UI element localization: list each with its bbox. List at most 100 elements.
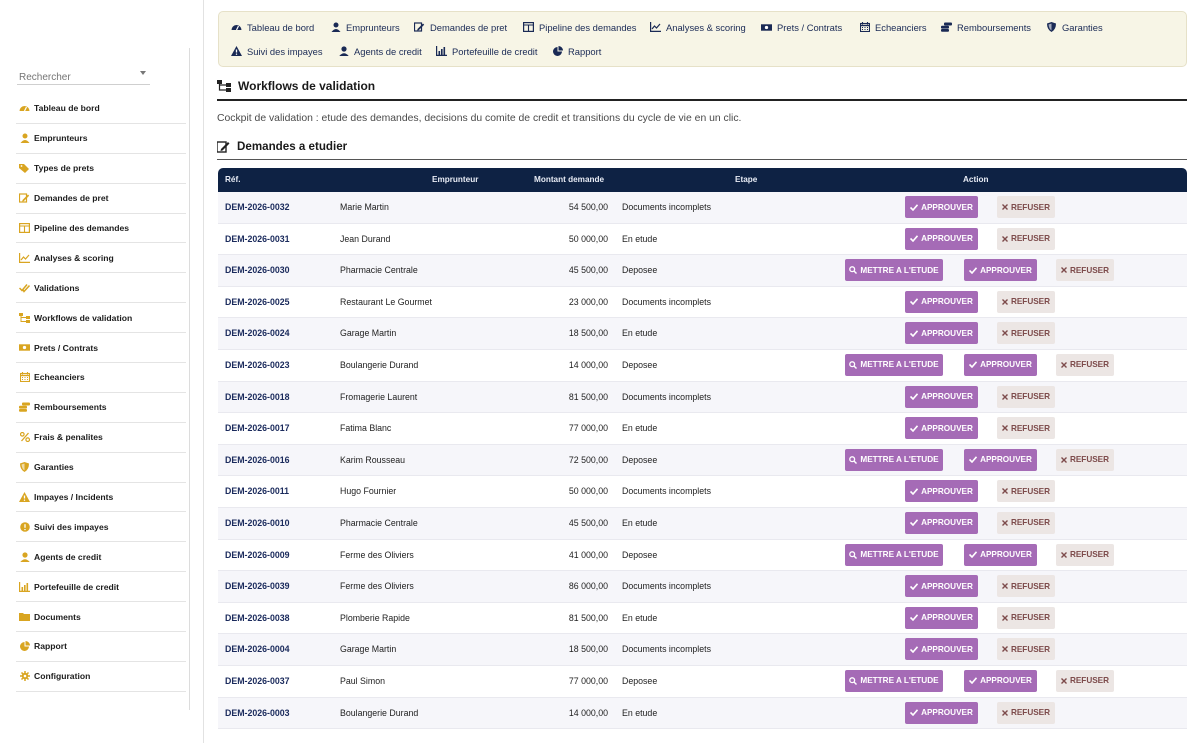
request-ref[interactable]: DEM-2026-0023	[225, 360, 290, 370]
approve-button[interactable]: APPROUVER	[905, 196, 978, 218]
refuse-button[interactable]: REFUSER	[997, 638, 1055, 661]
approve-button[interactable]: APPROUVER	[905, 575, 978, 598]
study-button[interactable]: METTRE A L'ETUDE	[845, 259, 943, 282]
approve-button[interactable]: APPROUVER	[905, 322, 978, 345]
topnav-item-remboursements[interactable]: Remboursements	[941, 19, 1031, 35]
topnav-item-tableau-de-bord[interactable]: Tableau de bord	[231, 19, 314, 35]
refuse-button[interactable]: REFUSER	[1056, 669, 1114, 692]
stage: Documents incomplets	[622, 296, 711, 307]
refuse-button[interactable]: REFUSER	[997, 196, 1055, 218]
refuse-button[interactable]: REFUSER	[997, 322, 1055, 345]
approve-button[interactable]: APPROUVER	[905, 290, 978, 313]
topnav-item-agents-de-credit[interactable]: Agents de credit	[338, 43, 422, 59]
request-ref[interactable]: DEM-2026-0025	[225, 297, 290, 307]
sidebar-item-portefeuille-de-credit[interactable]: Portefeuille de credit	[16, 572, 186, 603]
refuse-button[interactable]: REFUSER	[1056, 543, 1114, 566]
sidebar-item-remboursements[interactable]: Remboursements	[16, 393, 186, 423]
topnav-item-rapport[interactable]: Rapport	[552, 43, 601, 59]
approve-button[interactable]: APPROUVER	[964, 669, 1037, 692]
sidebar-item-label: Pipeline des demandes	[34, 223, 130, 233]
topnav-item-suivi-des-impayes[interactable]: Suivi des impayes	[231, 43, 323, 59]
chevron-down-icon[interactable]	[140, 71, 146, 75]
refuse-button[interactable]: REFUSER	[997, 385, 1055, 408]
topnav-item-garanties[interactable]: Garanties	[1046, 19, 1103, 35]
topnav-item-portefeuille-de-credit[interactable]: Portefeuille de credit	[436, 43, 537, 59]
refuse-button[interactable]: REFUSER	[1056, 259, 1114, 282]
refuse-button[interactable]: REFUSER	[1056, 448, 1114, 471]
request-ref[interactable]: DEM-2026-0030	[225, 265, 290, 275]
sidebar-item-echeanciers[interactable]: Echeanciers	[16, 363, 186, 393]
sidebar-item-rapport[interactable]: Rapport	[16, 632, 186, 662]
approve-button[interactable]: APPROUVER	[905, 638, 978, 661]
study-button[interactable]: METTRE A L'ETUDE	[845, 448, 943, 471]
request-ref[interactable]: DEM-2026-0003	[225, 708, 290, 718]
study-button[interactable]: METTRE A L'ETUDE	[845, 543, 943, 566]
stage: Documents incomplets	[622, 581, 711, 592]
approve-button[interactable]: APPROUVER	[905, 701, 978, 724]
topnav-item-echeanciers[interactable]: Echeanciers	[859, 19, 927, 35]
refuse-button[interactable]: REFUSER	[997, 417, 1055, 440]
refuse-button[interactable]: REFUSER	[997, 227, 1055, 250]
refuse-button[interactable]: REFUSER	[997, 701, 1055, 724]
refuse-button[interactable]: REFUSER	[1056, 353, 1114, 376]
topnav-item-demandes-de-pret[interactable]: Demandes de pret	[414, 19, 507, 35]
study-button-label: METTRE A L'ETUDE	[860, 550, 939, 560]
borrower-name: Paul Simon	[340, 675, 385, 686]
topnav-item-analyses-scoring[interactable]: Analyses & scoring	[650, 19, 746, 35]
approve-button[interactable]: APPROUVER	[905, 417, 978, 440]
sidebar-item-validations[interactable]: Validations	[16, 273, 186, 304]
search-input[interactable]	[17, 69, 135, 86]
approve-button[interactable]: APPROUVER	[964, 448, 1037, 471]
refuse-button[interactable]: REFUSER	[997, 290, 1055, 313]
approve-button[interactable]: APPROUVER	[964, 259, 1037, 282]
sidebar-item-suivi-des-impayes[interactable]: Suivi des impayes	[16, 512, 186, 543]
request-ref[interactable]: DEM-2026-0010	[225, 518, 290, 528]
sidebar-search[interactable]	[17, 67, 150, 86]
request-ref[interactable]: DEM-2026-0024	[225, 328, 290, 338]
sidebar-item-types-de-prets[interactable]: Types de prets	[16, 154, 186, 184]
approve-button[interactable]: APPROUVER	[964, 543, 1037, 566]
request-ref[interactable]: DEM-2026-0017	[225, 423, 290, 433]
approve-button[interactable]: APPROUVER	[905, 227, 978, 250]
study-button[interactable]: METTRE A L'ETUDE	[845, 353, 943, 376]
sidebar-item-garanties[interactable]: Garanties	[16, 453, 186, 483]
approve-button[interactable]: APPROUVER	[905, 606, 978, 629]
approve-button[interactable]: APPROUVER	[964, 353, 1037, 376]
topnav-item-prets-contrats[interactable]: Prets / Contrats	[761, 19, 842, 35]
request-ref[interactable]: DEM-2026-0009	[225, 550, 290, 560]
topnav-item-pipeline-des-demandes[interactable]: Pipeline des demandes	[523, 19, 636, 35]
request-ref[interactable]: DEM-2026-0016	[225, 455, 290, 465]
topnav-item-emprunteurs[interactable]: Emprunteurs	[330, 19, 400, 35]
request-ref[interactable]: DEM-2026-0011	[225, 486, 289, 496]
refuse-button[interactable]: REFUSER	[997, 575, 1055, 598]
request-ref[interactable]: DEM-2026-0031	[225, 234, 290, 244]
sidebar-item-agents-de-credit[interactable]: Agents de credit	[16, 542, 186, 573]
sidebar-item-emprunteurs[interactable]: Emprunteurs	[16, 124, 186, 154]
sidebar-item-analyses-scoring[interactable]: Analyses & scoring	[16, 243, 186, 274]
approve-button[interactable]: APPROUVER	[905, 511, 978, 534]
request-ref[interactable]: DEM-2026-0039	[225, 581, 290, 591]
study-button[interactable]: METTRE A L'ETUDE	[845, 669, 943, 692]
refuse-button[interactable]: REFUSER	[997, 511, 1055, 534]
sidebar-item-prets-contrats[interactable]: Prets / Contrats	[16, 333, 186, 364]
sidebar-item-demandes-de-pret[interactable]: Demandes de pret	[16, 184, 186, 214]
approve-button[interactable]: APPROUVER	[905, 480, 978, 503]
refuse-button[interactable]: REFUSER	[997, 480, 1055, 503]
request-ref[interactable]: DEM-2026-0038	[225, 613, 290, 623]
sidebar-item-documents[interactable]: Documents	[16, 602, 186, 633]
request-ref[interactable]: DEM-2026-0037	[225, 676, 290, 686]
refuse-button-label: REFUSER	[1069, 676, 1110, 686]
request-ref[interactable]: DEM-2026-0018	[225, 392, 290, 402]
sidebar-item-configuration[interactable]: Configuration	[16, 662, 186, 692]
sidebar-item-frais-penalites[interactable]: Frais & penalites	[16, 423, 186, 453]
request-ref[interactable]: DEM-2026-0032	[225, 202, 290, 212]
sidebar-item-impayes-incidents[interactable]: Impayes / Incidents	[16, 483, 186, 513]
request-ref[interactable]: DEM-2026-0004	[225, 644, 290, 654]
approve-button[interactable]: APPROUVER	[905, 385, 978, 408]
columns-icon	[19, 223, 30, 234]
sidebar-item-workflows-de-validation[interactable]: Workflows de validation	[16, 303, 186, 334]
sidebar-item-tableau-de-bord[interactable]: Tableau de bord	[16, 94, 186, 124]
refuse-button[interactable]: REFUSER	[997, 606, 1055, 629]
refuse-button-label: REFUSER	[1010, 392, 1051, 402]
sidebar-item-pipeline-des-demandes[interactable]: Pipeline des demandes	[16, 214, 186, 244]
